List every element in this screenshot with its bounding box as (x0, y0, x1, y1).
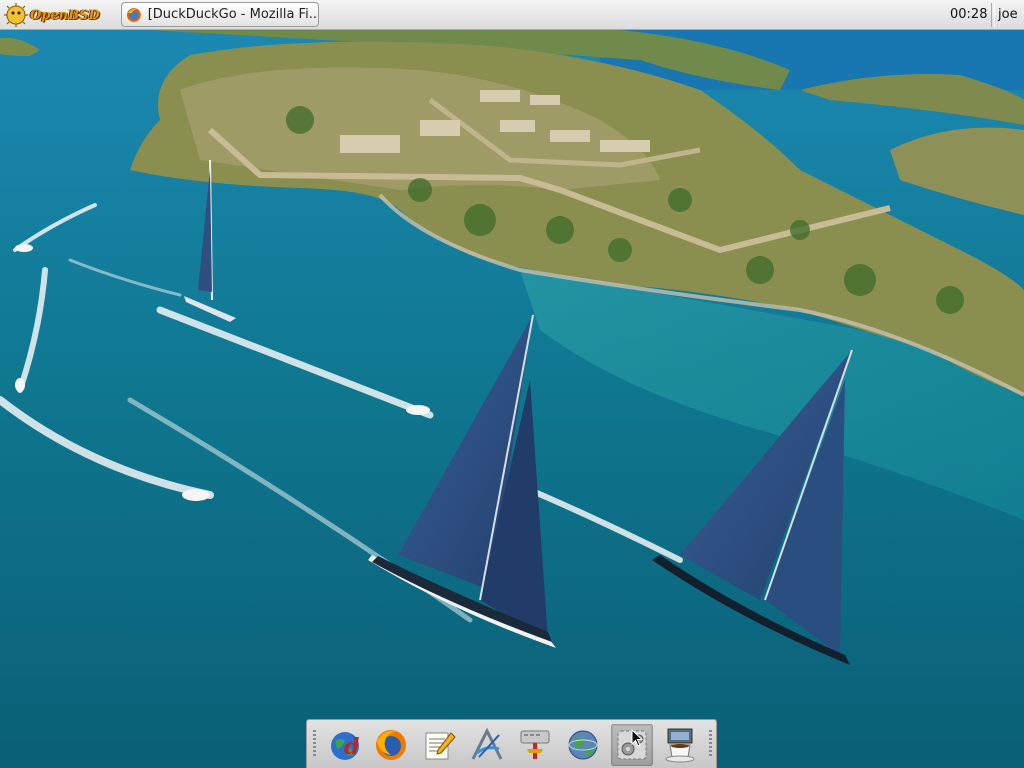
openbsd-puffy-icon (4, 3, 28, 27)
panel-separator (991, 3, 995, 27)
dock-item-text-editor[interactable] (418, 724, 460, 766)
top-panel: OpenBSD [DuckDuckGo - Mozilla Fi... 00:2… (0, 0, 1024, 30)
dock-item-java[interactable] (659, 724, 701, 766)
firefox-icon (126, 7, 141, 22)
system-tool-icon (520, 730, 550, 759)
desktop-wallpaper (0, 0, 1024, 768)
firefox-icon (376, 730, 406, 760)
dock-item-web-browser[interactable]: d (324, 724, 366, 766)
text-editor-icon (425, 732, 456, 760)
dock-item-system-tool[interactable] (514, 724, 556, 766)
dock-right-grip[interactable] (709, 730, 712, 758)
dock-item-firefox[interactable] (370, 724, 412, 766)
dock-item-network[interactable] (562, 724, 604, 766)
start-menu-label: OpenBSD (30, 7, 100, 23)
taskbar-window-title: [DuckDuckGo - Mozilla Fi... (147, 7, 318, 22)
dock-left-grip[interactable] (313, 730, 316, 758)
dock-item-drawing-app[interactable] (466, 724, 508, 766)
taskbar-window-button[interactable]: [DuckDuckGo - Mozilla Fi... (121, 2, 319, 27)
web-browser-globe-icon: d (331, 732, 359, 760)
java-coffee-icon (665, 728, 695, 763)
svg-text:d: d (344, 734, 359, 760)
start-menu-button[interactable]: OpenBSD (4, 2, 114, 28)
mouse-pointer-icon (631, 729, 643, 747)
clock[interactable]: 00:28 (950, 7, 987, 22)
drawing-app-icon (471, 727, 503, 760)
application-dock: d (306, 719, 717, 768)
network-globe-icon (568, 730, 598, 760)
username: joe (998, 7, 1018, 22)
